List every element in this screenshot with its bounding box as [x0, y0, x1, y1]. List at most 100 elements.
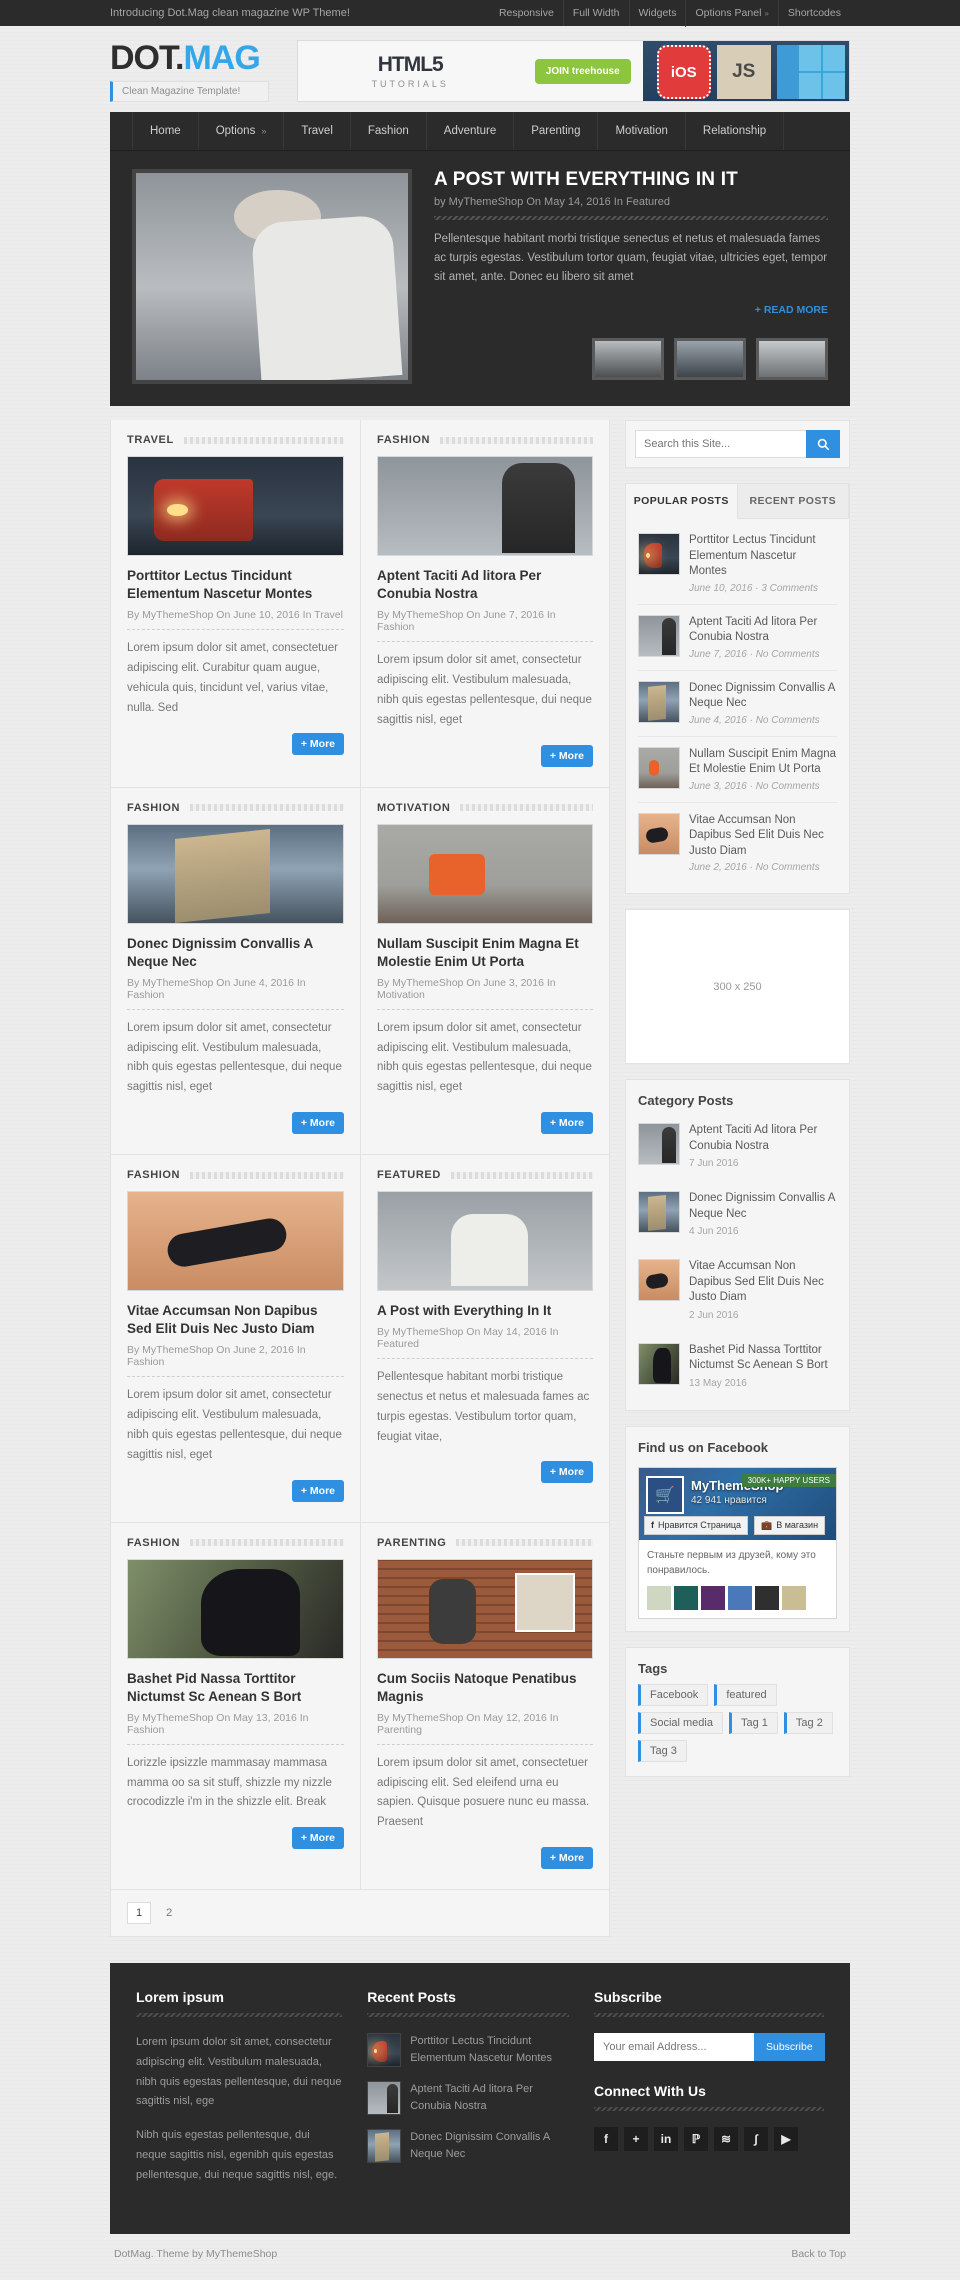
nav-item-options[interactable]: Options» [199, 112, 285, 150]
popular-post-item[interactable]: Vitae Accumsan Non Dapibus Sed Elit Duis… [638, 803, 837, 884]
facebook-shop-button[interactable]: 💼 В магазин [754, 1515, 826, 1535]
search-input[interactable] [635, 430, 806, 458]
post-title[interactable]: Cum Sociis Natoque Penatibus Magnis [377, 1670, 593, 1706]
category-post-title[interactable]: Aptent Taciti Ad litora Per Conubia Nost… [689, 1123, 837, 1154]
post-category-label[interactable]: MOTIVATION [377, 802, 450, 814]
top-bar-link-3[interactable]: Options Panel» [686, 0, 777, 27]
slider-read-more-link[interactable]: + READ MORE [755, 304, 828, 316]
site-logo[interactable]: DOT.MAG Clean Magazine Template! [110, 41, 269, 102]
post-category-label[interactable]: TRAVEL [127, 434, 174, 446]
post-thumbnail[interactable] [127, 823, 344, 924]
footer-recent-title-link[interactable]: Donec Dignissim Convallis A Neque Nec [410, 2129, 569, 2163]
post-title[interactable]: Aptent Taciti Ad litora Per Conubia Nost… [377, 567, 593, 603]
footer-recent-title-link[interactable]: Aptent Taciti Ad litora Per Conubia Nost… [410, 2081, 569, 2115]
popular-post-title[interactable]: Donec Dignissim Convallis A Neque Nec [689, 681, 837, 712]
post-more-button[interactable]: + More [291, 732, 344, 755]
top-bar-link-1[interactable]: Full Width [564, 0, 629, 26]
post-thumbnail[interactable] [377, 1558, 593, 1659]
nav-item-fashion[interactable]: Fashion [351, 112, 427, 150]
popular-post-item[interactable]: Nullam Suscipit Enim Magna Et Molestie E… [638, 737, 837, 803]
subscribe-email-input[interactable] [594, 2033, 754, 2061]
post-more-button[interactable]: + More [540, 744, 593, 767]
stumbleupon-icon[interactable]: ∫ [744, 2127, 768, 2151]
post-more-button[interactable]: + More [540, 1112, 593, 1134]
footer-recent-item[interactable]: Porttitor Lectus Tincidunt Elementum Nas… [367, 2033, 569, 2067]
sidebar-ad[interactable]: 300 x 250 [625, 909, 850, 1065]
slider-thumb-3[interactable] [756, 337, 828, 380]
post-title[interactable]: Vitae Accumsan Non Dapibus Sed Elit Duis… [127, 1302, 344, 1338]
pagination-page-2[interactable]: 2 [157, 1902, 181, 1924]
category-post-title[interactable]: Donec Dignissim Convallis A Neque Nec [689, 1191, 837, 1222]
tag-link[interactable]: featured [714, 1683, 777, 1706]
category-post-item[interactable]: Bashet Pid Nassa Torttitor Nictumst Sc A… [638, 1332, 837, 1400]
post-category-label[interactable]: FASHION [377, 434, 430, 446]
nav-item-travel[interactable]: Travel [284, 112, 351, 150]
post-category-label[interactable]: FEATURED [377, 1169, 441, 1181]
post-more-button[interactable]: + More [540, 1461, 593, 1484]
search-button[interactable] [806, 430, 840, 458]
post-category-label[interactable]: PARENTING [377, 1537, 446, 1549]
post-more-button[interactable]: + More [291, 1479, 344, 1502]
post-title[interactable]: Nullam Suscipit Enim Magna Et Molestie E… [377, 935, 593, 971]
slider-main-image[interactable] [132, 169, 412, 384]
post-category-label[interactable]: FASHION [127, 802, 180, 814]
linkedin-icon[interactable]: in [654, 2127, 678, 2151]
popular-post-title[interactable]: Vitae Accumsan Non Dapibus Sed Elit Duis… [689, 813, 837, 860]
post-thumbnail[interactable] [127, 1558, 344, 1659]
nav-item-parenting[interactable]: Parenting [514, 112, 599, 150]
popular-post-title[interactable]: Aptent Taciti Ad litora Per Conubia Nost… [689, 615, 837, 646]
post-thumbnail[interactable] [127, 456, 344, 556]
tab-popular-posts[interactable]: POPULAR POSTS [626, 484, 738, 519]
popular-post-item[interactable]: Donec Dignissim Convallis A Neque Nec Jun… [638, 671, 837, 737]
tag-link[interactable]: Tag 1 [728, 1711, 778, 1734]
nav-item-motivation[interactable]: Motivation [598, 112, 686, 150]
category-post-title[interactable]: Bashet Pid Nassa Torttitor Nictumst Sc A… [689, 1343, 837, 1374]
pinterest-icon[interactable]: ℙ [684, 2127, 708, 2151]
facebook-icon[interactable]: f [594, 2127, 618, 2151]
post-title[interactable]: Porttitor Lectus Tincidunt Elementum Nas… [127, 567, 344, 603]
back-to-top-link[interactable]: Back to Top [791, 2248, 846, 2260]
category-post-item[interactable]: Donec Dignissim Convallis A Neque Nec 4 J… [638, 1180, 837, 1248]
tag-link[interactable]: Social media [638, 1711, 723, 1734]
post-title[interactable]: Bashet Pid Nassa Torttitor Nictumst Sc A… [127, 1670, 344, 1706]
footer-recent-item[interactable]: Donec Dignissim Convallis A Neque Nec [367, 2129, 569, 2163]
category-post-item[interactable]: Aptent Taciti Ad litora Per Conubia Nost… [638, 1112, 837, 1180]
tag-link[interactable]: Tag 2 [783, 1711, 833, 1734]
post-thumbnail[interactable] [377, 456, 593, 556]
footer-recent-item[interactable]: Aptent Taciti Ad litora Per Conubia Nost… [367, 2081, 569, 2115]
post-category-label[interactable]: FASHION [127, 1169, 180, 1181]
tab-recent-posts[interactable]: RECENT POSTS [737, 484, 849, 518]
post-more-button[interactable]: + More [291, 1112, 344, 1134]
top-bar-link-2[interactable]: Widgets [630, 0, 686, 26]
banner-cta-button[interactable]: JOIN treehouse [534, 58, 631, 84]
post-more-button[interactable]: + More [291, 1827, 344, 1850]
top-bar-link-0[interactable]: Responsive [490, 0, 563, 26]
popular-post-title[interactable]: Nullam Suscipit Enim Magna Et Molestie E… [689, 747, 837, 778]
post-more-button[interactable]: + More [540, 1847, 593, 1869]
slider-title[interactable]: A POST WITH EVERYTHING IN IT [434, 169, 828, 191]
tag-link[interactable]: Tag 3 [638, 1739, 687, 1762]
post-title[interactable]: Donec Dignissim Convallis A Neque Nec [127, 935, 344, 971]
popular-post-item[interactable]: Aptent Taciti Ad litora Per Conubia Nost… [638, 605, 837, 671]
header-ad-banner[interactable]: HTML5 TUTORIALS JOIN treehouse iOS JS [296, 40, 850, 102]
post-thumbnail[interactable] [377, 1191, 593, 1291]
nav-item-adventure[interactable]: Adventure [427, 112, 515, 150]
rss-icon[interactable]: ≋ [714, 2127, 738, 2151]
facebook-like-button[interactable]: f Нравится Страница [644, 1515, 749, 1535]
post-title[interactable]: A Post with Everything In It [377, 1302, 593, 1320]
pagination-page-1[interactable]: 1 [127, 1902, 152, 1924]
post-thumbnail[interactable] [127, 1191, 344, 1291]
youtube-icon[interactable]: ▶ [774, 2127, 798, 2151]
popular-post-item[interactable]: Porttitor Lectus Tincidunt Elementum Nas… [638, 523, 837, 605]
top-bar-link-4[interactable]: Shortcodes [779, 0, 850, 26]
slider-thumb-2[interactable] [674, 337, 746, 380]
slider-thumb-1[interactable] [592, 337, 664, 380]
post-thumbnail[interactable] [377, 823, 593, 924]
footer-recent-title-link[interactable]: Porttitor Lectus Tincidunt Elementum Nas… [410, 2033, 569, 2067]
post-category-label[interactable]: FASHION [127, 1537, 180, 1549]
google-plus-icon[interactable]: + [624, 2127, 648, 2151]
nav-item-relationship[interactable]: Relationship [686, 112, 785, 150]
category-post-title[interactable]: Vitae Accumsan Non Dapibus Sed Elit Duis… [689, 1259, 837, 1306]
nav-item-home[interactable]: Home [132, 112, 199, 150]
tag-link[interactable]: Facebook [638, 1683, 709, 1706]
